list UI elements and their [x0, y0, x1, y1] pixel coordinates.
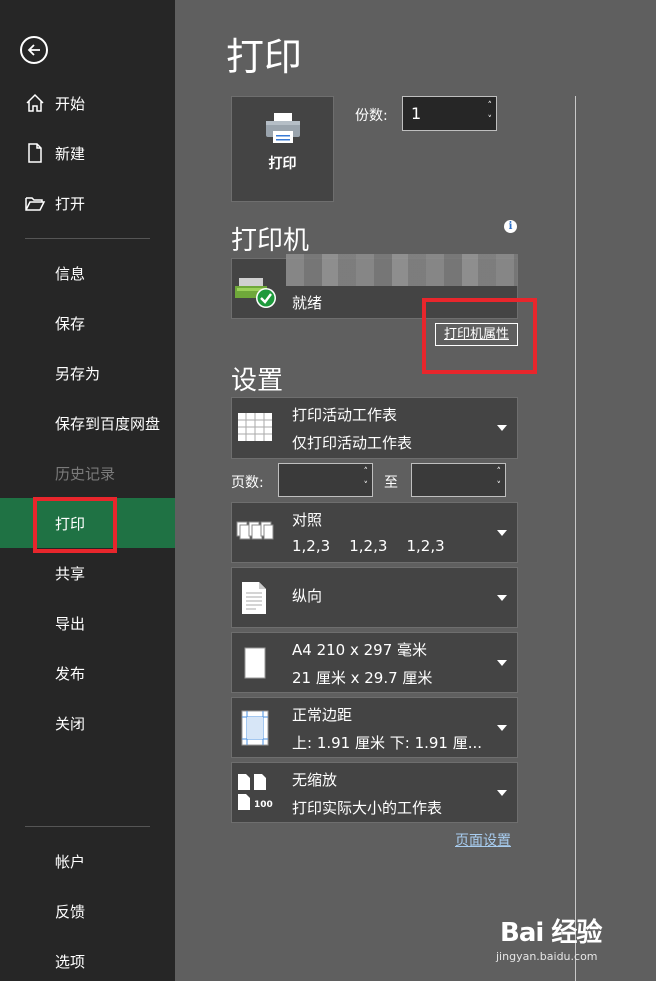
paper-size-title: A4 210 x 297 毫米 [292, 641, 428, 659]
sidebar-item-home[interactable]: 开始 [0, 78, 175, 128]
printer-ready-icon [235, 278, 276, 308]
print-what-desc: 仅打印活动工作表 [292, 434, 413, 452]
sidebar-item-history: 历史记录 [0, 448, 175, 498]
scaling-select[interactable]: 100 无缩放 打印实际大小的工作表 [231, 762, 518, 823]
pages-to-label: 至 [384, 475, 398, 491]
watermark-url: jingyan.baidu.com [496, 950, 598, 963]
printer-icon [266, 113, 300, 143]
preview-divider [575, 96, 576, 981]
sidebar-divider [25, 826, 150, 827]
sidebar-item-label: 保存到百度网盘 [55, 415, 161, 433]
printer-section-title: 打印机 [231, 226, 310, 256]
sidebar-divider [25, 238, 150, 239]
sidebar-item-info[interactable]: 信息 [0, 248, 175, 298]
scaling-title: 无缩放 [292, 771, 338, 789]
backstage-sidebar: 开始 新建 打开 信息 保存 另存为 保存到百度网盘 历史记录 打印 共享 导出… [0, 0, 175, 981]
chevron-down-icon[interactable]: ˅ [364, 482, 369, 491]
printer-status: 就绪 [292, 294, 323, 312]
watermark-brand: Bai 经验 [500, 918, 602, 948]
chevron-down-icon[interactable]: ˅ [488, 116, 493, 125]
copies-stepper[interactable]: 1 ˄ ˅ [402, 96, 497, 131]
sidebar-item-label: 另存为 [55, 365, 101, 383]
highlight-box-print [33, 497, 117, 553]
sidebar-item-new[interactable]: 新建 [0, 128, 175, 178]
chevron-down-icon [497, 425, 507, 431]
orientation-title: 纵向 [292, 587, 323, 605]
orientation-select[interactable]: 纵向 [231, 567, 518, 628]
sidebar-item-label: 保存 [55, 315, 86, 333]
info-icon[interactable]: i [504, 220, 517, 233]
print-button[interactable]: 打印 [231, 96, 334, 202]
copies-value: 1 [411, 104, 422, 123]
sidebar-item-label: 反馈 [55, 903, 86, 921]
new-document-icon [28, 143, 42, 163]
sidebar-item-label: 帐户 [55, 853, 86, 871]
collate-title: 对照 [292, 511, 323, 529]
chevron-down-icon [497, 660, 507, 666]
back-arrow-icon[interactable] [20, 36, 48, 64]
portrait-icon [242, 582, 266, 614]
home-icon [26, 93, 44, 112]
margins-select[interactable]: 正常边距 上: 1.91 厘米 下: 1.91 厘... [231, 697, 518, 758]
chevron-up-icon[interactable]: ˄ [364, 468, 369, 477]
settings-section-title: 设置 [231, 366, 284, 396]
page-title: 打印 [226, 35, 303, 79]
sidebar-item-label: 共享 [55, 565, 86, 583]
chevron-down-icon [497, 790, 507, 796]
sidebar-item-label: 开始 [55, 95, 86, 113]
print-what-title: 打印活动工作表 [292, 406, 398, 424]
pages-label: 页数: [231, 475, 264, 491]
paper-size-icon [244, 647, 266, 679]
sidebar-item-label: 历史记录 [55, 465, 116, 483]
chevron-down-icon [497, 595, 507, 601]
sidebar-item-export[interactable]: 导出 [0, 598, 175, 648]
paper-size-desc: 21 厘米 x 29.7 厘米 [292, 669, 433, 687]
sidebar-item-label: 关闭 [55, 715, 86, 733]
sidebar-item-label: 打开 [55, 195, 86, 213]
collate-select[interactable]: 对照 1,2,3 1,2,3 1,2,3 [231, 502, 518, 563]
margins-title: 正常边距 [292, 706, 353, 724]
chevron-down-icon [497, 725, 507, 731]
sidebar-item-feedback[interactable]: 反馈 [0, 886, 175, 936]
collate-desc: 1,2,3 1,2,3 1,2,3 [292, 537, 445, 555]
sheet-grid-icon [238, 413, 272, 441]
sidebar-item-options[interactable]: 选项 [0, 936, 175, 981]
highlight-box-properties [422, 298, 537, 374]
sidebar-item-save-as[interactable]: 另存为 [0, 348, 175, 398]
folder-open-icon [25, 197, 46, 211]
print-button-label: 打印 [268, 156, 297, 172]
sidebar-item-save[interactable]: 保存 [0, 298, 175, 348]
sidebar-item-label: 新建 [55, 145, 86, 163]
copies-label: 份数: [355, 108, 388, 124]
chevron-up-icon[interactable]: ˄ [488, 102, 493, 111]
sidebar-item-label: 发布 [55, 665, 86, 683]
chevron-up-icon[interactable]: ˄ [497, 468, 502, 477]
margins-icon [241, 710, 269, 746]
sidebar-item-label: 导出 [55, 615, 86, 633]
margins-desc: 上: 1.91 厘米 下: 1.91 厘... [292, 734, 483, 752]
pages-to-input[interactable]: ˄ ˅ [411, 463, 506, 497]
page-setup-link[interactable]: 页面设置 [455, 830, 511, 850]
chevron-down-icon [497, 530, 507, 536]
sidebar-item-close[interactable]: 关闭 [0, 698, 175, 748]
sidebar-item-label: 选项 [55, 953, 86, 971]
paper-size-select[interactable]: A4 210 x 297 毫米 21 厘米 x 29.7 厘米 [231, 632, 518, 693]
print-what-select[interactable]: 打印活动工作表 仅打印活动工作表 [231, 397, 518, 459]
scaling-icon-text: 100 [254, 800, 273, 810]
pages-from-input[interactable]: ˄ ˅ [278, 463, 373, 497]
sidebar-item-open[interactable]: 打开 [0, 178, 175, 228]
scaling-desc: 打印实际大小的工作表 [292, 799, 443, 817]
sidebar-item-account[interactable]: 帐户 [0, 836, 175, 886]
sidebar-item-save-to-baidu[interactable]: 保存到百度网盘 [0, 398, 175, 448]
sidebar-item-share[interactable]: 共享 [0, 548, 175, 598]
printer-name-redacted [286, 254, 518, 286]
collate-icon [236, 521, 274, 540]
baidu-watermark: Bai 经验 jingyan.baidu.com [496, 912, 602, 963]
sidebar-item-publish[interactable]: 发布 [0, 648, 175, 698]
chevron-down-icon[interactable]: ˅ [497, 482, 502, 491]
sidebar-item-label: 信息 [55, 265, 86, 283]
